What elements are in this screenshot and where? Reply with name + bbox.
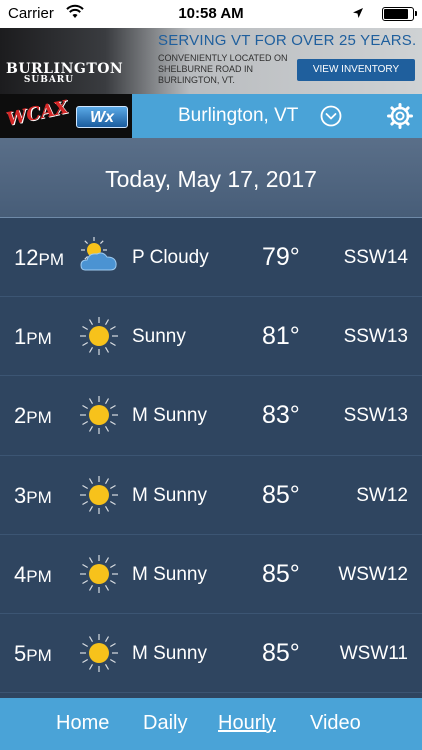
view-inventory-button[interactable]: VIEW INVENTORY (297, 59, 415, 81)
hour-wind: SSW13 (343, 405, 408, 427)
hour-ampm: PM (26, 408, 52, 428)
hour-condition: P Cloudy (132, 247, 209, 268)
gear-icon[interactable] (386, 102, 414, 130)
hour-row[interactable]: 4PM M Sunny 85° WSW12 (0, 534, 422, 614)
hour-ampm: PM (26, 487, 52, 507)
hour-temperature: 81° (262, 322, 300, 351)
hour-wind: WSW11 (339, 642, 408, 664)
hour-ampm: PM (26, 566, 52, 586)
hour-ampm: PM (26, 329, 52, 349)
hour-condition: M Sunny (132, 642, 207, 664)
hour-row[interactable]: 1PM Sunny 81° SSW13 (0, 297, 422, 377)
ad-brand-logo: BURLINGTON SUBARU (6, 61, 124, 88)
hour-row[interactable]: 3PM M Sunny 85° SW12 (0, 455, 422, 535)
hour-time: 3PM (14, 483, 52, 509)
hour-value: 12 (14, 245, 39, 270)
battery-icon (382, 7, 417, 21)
partly-cloudy-icon (79, 237, 119, 277)
hour-condition: Sunny (132, 326, 186, 348)
hour-condition: M Sunny (132, 405, 207, 427)
hour-value: 5 (14, 640, 27, 666)
hour-ampm: PM (26, 645, 52, 665)
battery-level (384, 9, 409, 19)
hour-temperature: 85° (262, 638, 300, 667)
tab-daily[interactable]: Daily (143, 712, 187, 735)
location-arrow-icon (352, 6, 364, 23)
location-selector[interactable]: Burlington, VT (178, 105, 298, 127)
tab-home[interactable]: Home (56, 712, 109, 735)
ad-brand-line1: BURLINGTON (6, 61, 124, 77)
chevron-down-circle-icon[interactable] (320, 105, 342, 127)
app-header: WCAX Wx Burlington, VT (0, 94, 422, 138)
hour-time: 5PM (14, 641, 52, 667)
wcax-logo-text: WCAX (4, 96, 70, 131)
tab-hourly[interactable]: Hourly (218, 712, 276, 735)
hourly-forecast-list[interactable]: 12PM P Cloudy 79° SSW14 1PM Sunny 81° SS… (0, 218, 422, 698)
page-title: Today, May 17, 2017 (105, 166, 317, 192)
tab-bar: Home Daily Hourly Video (0, 698, 422, 750)
hour-row[interactable]: 12PM P Cloudy 79° SSW14 (0, 218, 422, 298)
hour-row[interactable]: 5PM M Sunny 85° WSW11 (0, 613, 422, 694)
hour-value: 1 (14, 324, 27, 350)
hour-wind: SSW13 (343, 326, 408, 348)
hour-temperature: 83° (262, 401, 300, 430)
hour-row[interactable]: 2PM M Sunny 83° SSW13 (0, 376, 422, 456)
hour-time: 12PM (14, 245, 64, 271)
sun-icon (79, 316, 119, 356)
sun-icon (79, 554, 119, 594)
hour-value: 2 (14, 403, 27, 429)
sun-icon (79, 633, 119, 673)
hour-value: 4 (14, 561, 27, 587)
ad-headline: SERVING VT FOR OVER 25 YEARS. (158, 32, 417, 49)
hour-time: 1PM (14, 324, 52, 350)
status-bar: Carrier 10:58 AM (0, 0, 422, 28)
sun-icon (79, 395, 119, 435)
hour-wind: WSW12 (338, 563, 408, 585)
station-logo: WCAX Wx (0, 94, 132, 138)
hour-condition: M Sunny (132, 563, 207, 585)
hour-time: 2PM (14, 403, 52, 429)
ad-subtext: CONVENIENTLY LOCATED ON SHELBURNE ROAD I… (158, 53, 288, 85)
hour-ampm: PM (38, 250, 64, 269)
tab-video[interactable]: Video (310, 712, 361, 735)
ad-banner[interactable]: BURLINGTON SUBARU SERVING VT FOR OVER 25… (0, 28, 422, 94)
hour-value: 3 (14, 482, 27, 508)
hour-temperature: 79° (262, 243, 300, 271)
hour-wind: SSW14 (343, 247, 408, 268)
sun-icon (79, 475, 119, 515)
hour-temperature: 85° (262, 480, 300, 509)
hour-temperature: 85° (262, 559, 300, 588)
hour-time: 4PM (14, 562, 52, 588)
wx-logo-text: Wx (76, 106, 128, 128)
hour-wind: SW12 (356, 484, 408, 506)
date-bar: Today, May 17, 2017 (0, 138, 422, 218)
hour-condition: M Sunny (132, 484, 207, 506)
